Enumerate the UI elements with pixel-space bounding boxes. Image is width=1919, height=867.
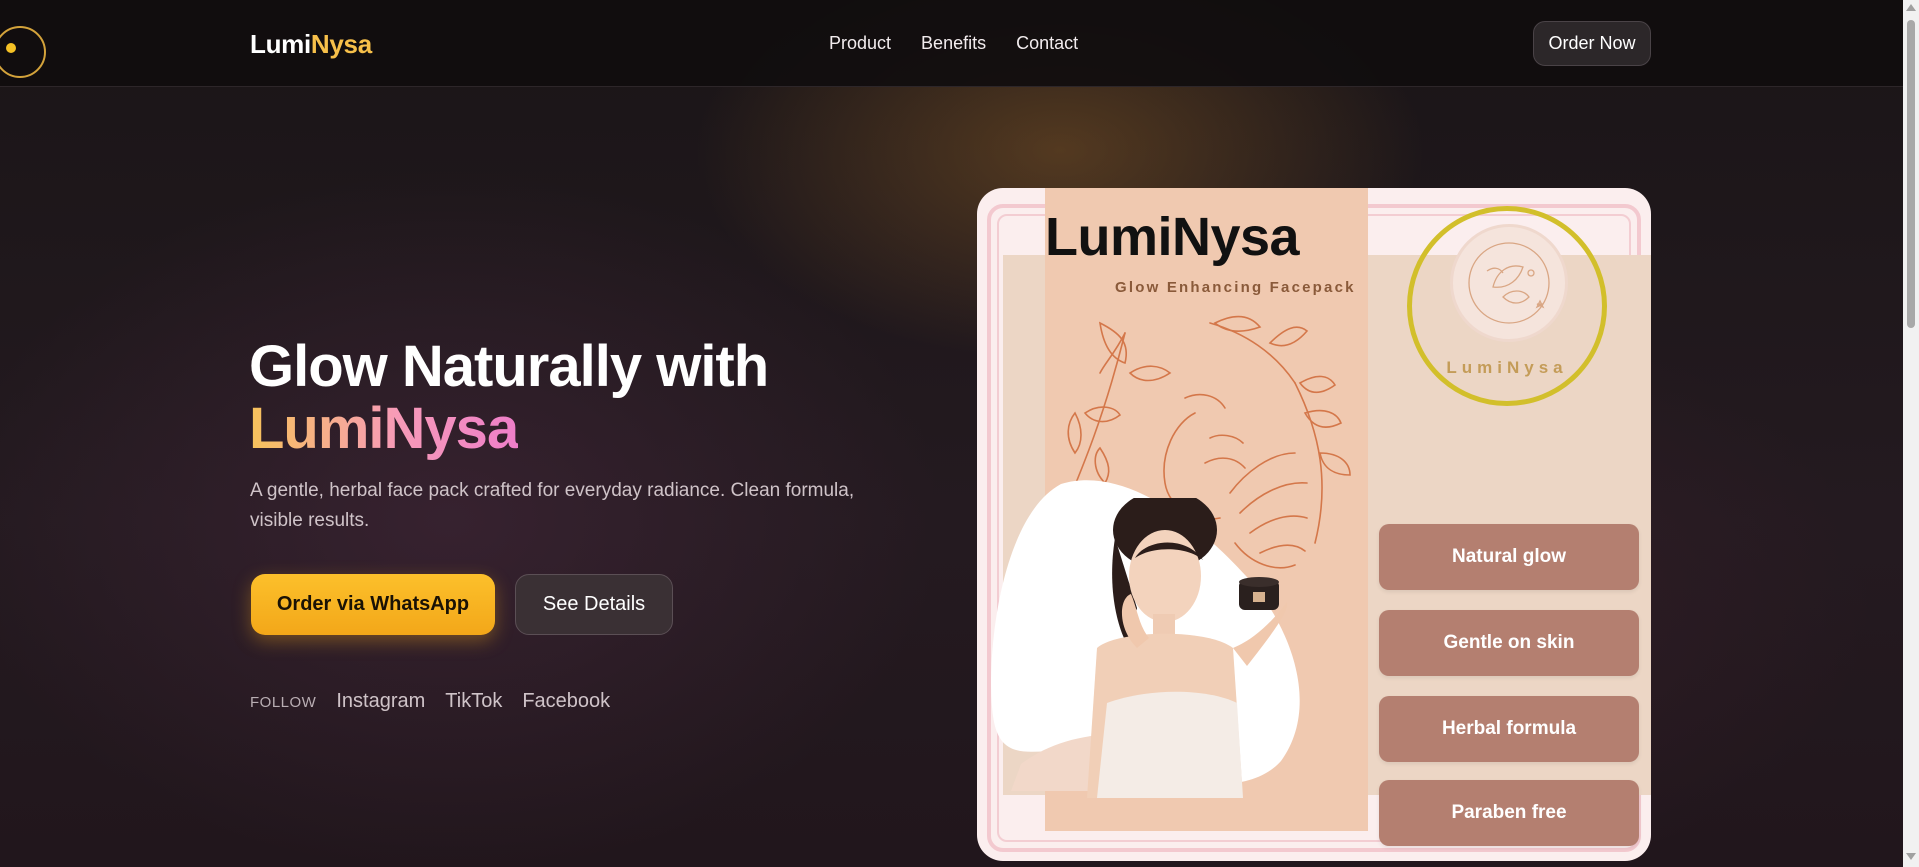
nav-link-product[interactable]: Product: [829, 33, 891, 54]
feature-paraben-free: Paraben free: [1379, 780, 1639, 846]
nav-link-contact[interactable]: Contact: [1016, 33, 1078, 54]
nav-link-benefits[interactable]: Benefits: [921, 33, 986, 54]
card-brand-title: LumiNysa: [1045, 207, 1300, 267]
hero-title-line1: Glow Naturally with: [249, 334, 769, 399]
social-link-instagram[interactable]: Instagram: [336, 690, 425, 713]
model-with-product-image: [1087, 498, 1288, 798]
hero-title-brand: LumiNysa: [249, 396, 519, 461]
feature-natural-glow: Natural glow: [1379, 524, 1639, 590]
scrollbar-thumb[interactable]: [1907, 20, 1915, 328]
feature-gentle-on-skin: Gentle on skin: [1379, 610, 1639, 676]
order-whatsapp-button[interactable]: Order via WhatsApp: [251, 574, 495, 635]
feature-herbal-formula: Herbal formula: [1379, 696, 1639, 762]
site-logo[interactable]: LumiNysa: [250, 29, 372, 60]
cursor-dot-icon: [6, 43, 16, 53]
scroll-up-arrow-icon[interactable]: [1906, 4, 1916, 11]
scroll-down-arrow-icon[interactable]: [1906, 853, 1916, 860]
social-link-tiktok[interactable]: TikTok: [445, 690, 502, 713]
product-card: LumiNysa Glow Enhancing Facepack LumiNys…: [977, 188, 1651, 861]
see-details-button[interactable]: See Details: [515, 574, 673, 635]
brand-seal-emblem: [1450, 224, 1568, 342]
brand-seal-text: LumiNysa: [1446, 358, 1568, 377]
hero-title: Glow Naturally with LumiNysa: [249, 334, 769, 461]
card-tagline: Glow Enhancing Facepack: [1115, 279, 1356, 296]
social-follow: FOLLOW Instagram TikTok Facebook: [250, 690, 610, 713]
logo-text-lumi: Lumi: [250, 29, 311, 59]
cursor-ring-icon: [0, 26, 46, 78]
social-link-facebook[interactable]: Facebook: [522, 690, 610, 713]
order-now-button[interactable]: Order Now: [1533, 21, 1651, 66]
site-header: LumiNysa Product Benefits Contact Order …: [0, 0, 1903, 87]
hero-subtitle: A gentle, herbal face pack crafted for e…: [250, 480, 855, 531]
follow-label: FOLLOW: [250, 694, 317, 711]
main-nav: Product Benefits Contact: [829, 33, 1078, 54]
logo-text-nysa: Nysa: [310, 29, 372, 59]
floral-emblem-icon: [1468, 242, 1550, 324]
